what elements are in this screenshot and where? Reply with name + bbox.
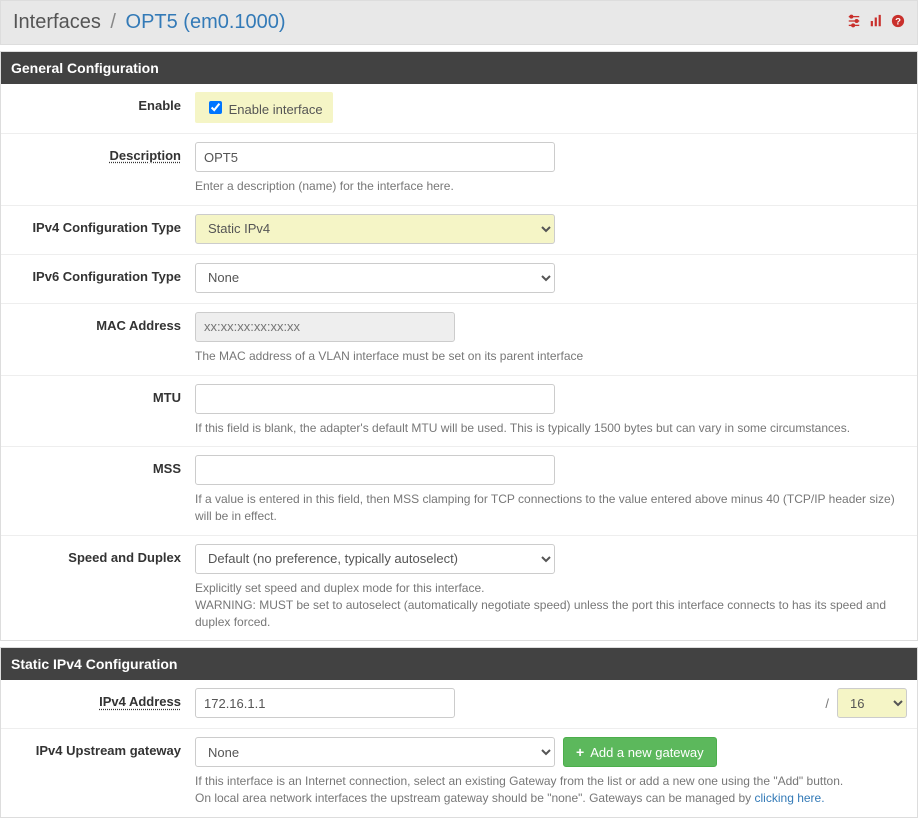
label-ipv4-address: IPv4 Address [11, 688, 195, 709]
panel-general: General Configuration Enable Enable inte… [0, 51, 918, 641]
sliders-icon[interactable] [847, 14, 861, 31]
breadcrumb-root: Interfaces [13, 11, 101, 33]
enable-highlight: Enable interface [195, 92, 333, 123]
add-gateway-button[interactable]: + Add a new gateway [563, 737, 717, 767]
help-gw2: On local area network interfaces the ups… [195, 790, 907, 807]
help-speed1: Explicitly set speed and duplex mode for… [195, 580, 907, 597]
clicking-here-link[interactable]: clicking here. [755, 791, 825, 805]
page-header: Interfaces / OPT5 (em0.1000) ? [0, 0, 918, 45]
help-description: Enter a description (name) for the inter… [195, 178, 907, 195]
breadcrumb-leaf[interactable]: OPT5 (em0.1000) [126, 11, 286, 33]
stats-icon[interactable] [869, 14, 883, 31]
breadcrumb: Interfaces / OPT5 (em0.1000) [13, 11, 286, 34]
ipv4-prefix-select[interactable]: 16 [837, 688, 907, 718]
help-mtu: If this field is blank, the adapter's de… [195, 420, 907, 437]
help-icon[interactable]: ? [891, 14, 905, 31]
ipv6-type-select[interactable]: None [195, 263, 555, 293]
label-mtu: MTU [11, 384, 195, 405]
label-speed: Speed and Duplex [11, 544, 195, 565]
label-ipv4-gateway: IPv4 Upstream gateway [11, 737, 195, 758]
ipv4-gateway-select[interactable]: None [195, 737, 555, 767]
panel-heading-static4: Static IPv4 Configuration [1, 648, 917, 680]
description-input[interactable] [195, 142, 555, 172]
help-speed2: WARNING: MUST be set to autoselect (auto… [195, 597, 907, 631]
panel-static-ipv4: Static IPv4 Configuration IPv4 Address /… [0, 647, 918, 818]
enable-checkbox[interactable] [209, 101, 222, 114]
speed-duplex-select[interactable]: Default (no preference, typically autose… [195, 544, 555, 574]
ipv4-address-input[interactable] [195, 688, 455, 718]
label-ipv4type: IPv4 Configuration Type [11, 214, 195, 235]
label-enable: Enable [11, 92, 195, 113]
mac-input [195, 312, 455, 342]
help-mss: If a value is entered in this field, the… [195, 491, 907, 525]
prefix-slash: / [825, 696, 829, 711]
plus-icon: + [576, 745, 584, 759]
panel-heading-general: General Configuration [1, 52, 917, 84]
enable-checkbox-label: Enable interface [229, 102, 323, 117]
ipv4-type-select[interactable]: Static IPv4 [195, 214, 555, 244]
svg-text:?: ? [895, 17, 901, 28]
help-gw1: If this interface is an Internet connect… [195, 773, 907, 790]
label-mac: MAC Address [11, 312, 195, 333]
label-mss: MSS [11, 455, 195, 476]
label-ipv6type: IPv6 Configuration Type [11, 263, 195, 284]
add-gateway-label: Add a new gateway [590, 745, 703, 760]
label-description: Description [11, 142, 195, 163]
help-mac: The MAC address of a VLAN interface must… [195, 348, 907, 365]
mss-input[interactable] [195, 455, 555, 485]
mtu-input[interactable] [195, 384, 555, 414]
breadcrumb-separator: / [110, 11, 116, 33]
